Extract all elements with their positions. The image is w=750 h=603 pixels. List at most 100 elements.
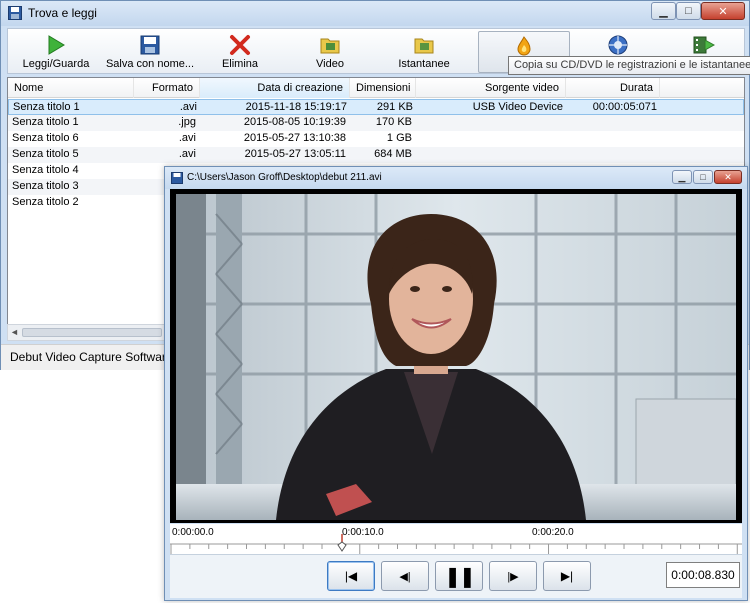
maximize-icon: □ xyxy=(700,172,706,182)
snapshots-label: Istantanee xyxy=(398,58,450,70)
video-frame-image xyxy=(176,194,736,520)
go-to-end-button[interactable]: ▶| xyxy=(543,561,591,591)
cell-date: 2015-08-05 10:19:39 xyxy=(243,116,346,128)
cell-source xyxy=(416,115,566,131)
timeline-label: 0:00:20.0 xyxy=(532,527,574,538)
close-icon: ✕ xyxy=(718,5,728,18)
tooltip: Copia su CD/DVD le registrazioni e le is… xyxy=(508,56,750,75)
burn-flame-icon xyxy=(517,36,531,56)
delete-x-icon xyxy=(230,35,250,55)
video-folder-button[interactable]: Video xyxy=(290,31,370,73)
horizontal-scrollbar[interactable]: ◄ xyxy=(7,324,167,341)
timeline[interactable]: 0:00:00.0 0:00:10.0 0:00:20.0 xyxy=(170,524,742,554)
table-row[interactable]: Senza titolo 1 .avi 2015-11-18 15:19:17 291… xyxy=(8,99,744,115)
timeline-ticks xyxy=(170,543,742,554)
player-controls: |◀ ◀| ❚❚ |▶ ▶| 0:00:08.830 xyxy=(170,554,742,598)
cell-size: 170 KB xyxy=(375,116,412,128)
column-header-name[interactable]: Nome xyxy=(8,78,134,98)
cell-format: .avi xyxy=(178,148,196,160)
maximize-icon: □ xyxy=(685,5,692,17)
timeline-label: 0:00:10.0 xyxy=(342,527,384,538)
player-maximize-button[interactable]: □ xyxy=(693,170,713,184)
scroll-left-icon[interactable]: ◄ xyxy=(10,327,19,337)
time-display: 0:00:08.830 xyxy=(666,562,740,588)
player-minimize-button[interactable]: ▁ xyxy=(672,170,692,184)
floppy-icon xyxy=(8,6,22,20)
video-label: Video xyxy=(316,58,344,70)
cell-name: Senza titolo 1 xyxy=(13,101,80,113)
folder-icon xyxy=(414,38,434,54)
cell-name: Senza titolo 6 xyxy=(12,132,79,144)
cell-name: Senza titolo 2 xyxy=(12,196,79,208)
step-back-icon: ◀| xyxy=(399,570,411,583)
maximize-button[interactable]: □ xyxy=(676,2,701,20)
column-header-size[interactable]: Dimensioni xyxy=(350,78,416,98)
skip-to-start-icon: |◀ xyxy=(344,569,358,583)
play-button[interactable]: Leggi/Guarda xyxy=(12,31,100,73)
pause-button[interactable]: ❚❚ xyxy=(435,561,483,591)
snapshots-folder-button[interactable]: Istantanee xyxy=(382,31,466,73)
cell-date: 2015-05-27 13:05:11 xyxy=(244,148,346,160)
cell-duration: 00:00:05:071 xyxy=(592,101,657,113)
column-header-duration[interactable]: Durata xyxy=(566,78,660,98)
step-back-button[interactable]: ◀| xyxy=(381,561,429,591)
column-header-source[interactable]: Sorgente video xyxy=(416,78,566,98)
step-forward-icon: |▶ xyxy=(507,570,519,583)
pause-icon: ❚❚ xyxy=(444,565,475,588)
player-window: C:\Users\Jason Groff\Desktop\debut 211.a… xyxy=(164,166,748,601)
skip-to-end-icon: ▶| xyxy=(560,569,574,583)
cell-name: Senza titolo 1 xyxy=(12,116,79,128)
play-icon xyxy=(48,35,65,55)
cell-name: Senza titolo 3 xyxy=(12,180,79,192)
status-text: Debut Video Capture Software v xyxy=(10,350,182,364)
table-row[interactable]: Senza titolo 6 .avi 2015-05-27 13:10:38 1 G… xyxy=(8,131,744,147)
close-icon: ✕ xyxy=(724,171,732,182)
go-to-start-button[interactable]: |◀ xyxy=(327,561,375,591)
cell-source: USB Video Device xyxy=(472,101,563,113)
cell-duration xyxy=(566,131,660,147)
table-row[interactable]: Senza titolo 1 .jpg 2015-08-05 10:19:39 170… xyxy=(8,115,744,131)
playhead-handle[interactable] xyxy=(336,534,347,552)
close-button[interactable]: ✕ xyxy=(701,2,745,20)
list-header: Nome Formato Data di creazione Dimension… xyxy=(8,78,744,98)
cell-size: 1 GB xyxy=(386,132,412,144)
minimize-button[interactable]: ▁ xyxy=(651,2,676,20)
player-close-button[interactable]: ✕ xyxy=(714,170,742,184)
player-title: C:\Users\Jason Groff\Desktop\debut 211.a… xyxy=(187,172,382,183)
cell-name: Senza titolo 4 xyxy=(12,164,79,176)
folder-icon xyxy=(320,38,340,54)
play-button-label: Leggi/Guarda xyxy=(22,58,90,70)
main-titlebar[interactable]: Trova e leggi ▁ □ ✕ xyxy=(1,1,749,26)
film-export-icon xyxy=(693,36,715,54)
timeline-label: 0:00:00.0 xyxy=(172,527,214,538)
cell-source xyxy=(416,131,566,147)
cell-name: Senza titolo 5 xyxy=(12,148,79,160)
cell-format: .avi xyxy=(179,101,197,113)
cell-duration xyxy=(566,147,660,163)
cell-source xyxy=(416,147,566,163)
scroll-thumb[interactable] xyxy=(22,328,162,337)
globe-icon xyxy=(608,35,628,55)
cell-date: 2015-05-27 13:10:38 xyxy=(243,132,346,144)
cell-size: 684 MB xyxy=(374,148,412,160)
floppy-icon xyxy=(171,172,183,184)
save-as-button[interactable]: Salva con nome... xyxy=(100,31,200,73)
delete-label: Elimina xyxy=(221,58,259,70)
delete-button[interactable]: Elimina xyxy=(200,31,280,73)
step-forward-button[interactable]: |▶ xyxy=(489,561,537,591)
save-as-label: Salva con nome... xyxy=(105,58,195,70)
cell-format: .jpg xyxy=(178,116,196,128)
window-title: Trova e leggi xyxy=(28,6,97,20)
column-header-date[interactable]: Data di creazione xyxy=(200,78,350,98)
floppy-icon xyxy=(140,35,160,55)
column-header-format[interactable]: Formato xyxy=(134,78,200,98)
table-row[interactable]: Senza titolo 5 .avi 2015-05-27 13:05:11 684… xyxy=(8,147,744,163)
cell-date: 2015-11-18 15:19:17 xyxy=(245,101,347,113)
minimize-icon: ▁ xyxy=(678,171,686,182)
cell-size: 291 KB xyxy=(376,101,413,113)
player-titlebar[interactable]: C:\Users\Jason Groff\Desktop\debut 211.a… xyxy=(165,167,747,189)
cell-format: .avi xyxy=(178,132,196,144)
cell-duration xyxy=(566,115,660,131)
minimize-icon: ▁ xyxy=(659,5,668,18)
video-area[interactable] xyxy=(170,189,742,523)
